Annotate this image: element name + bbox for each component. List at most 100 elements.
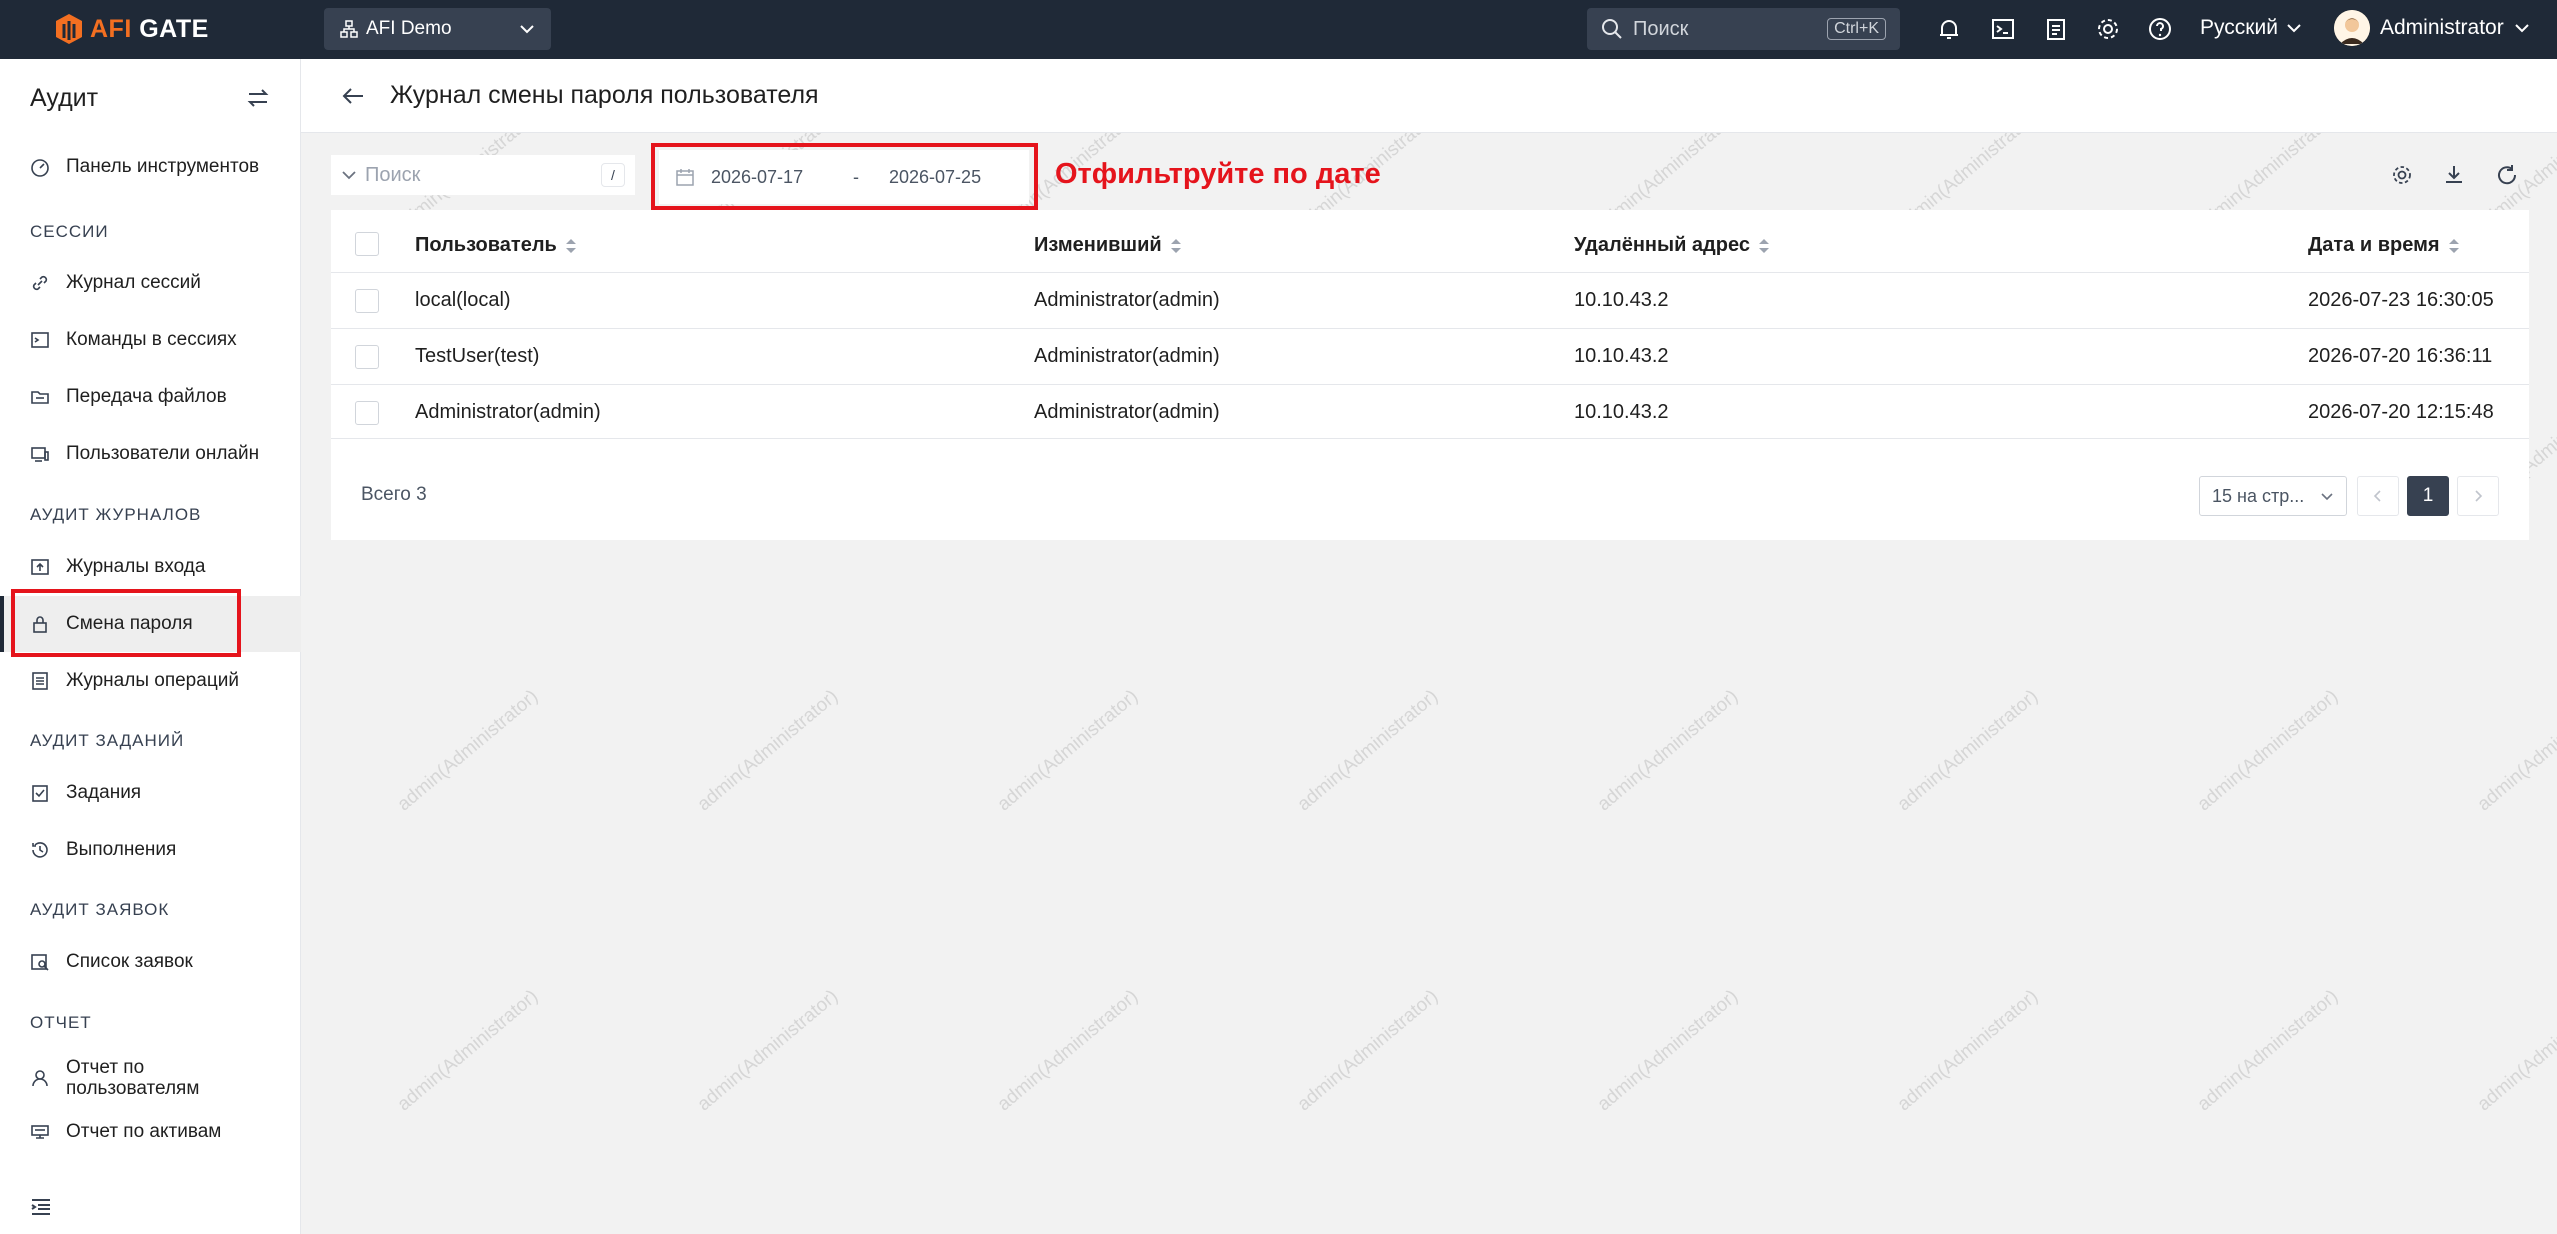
sidebar-item-tasks[interactable]: Задания (0, 765, 301, 821)
cell-datetime: 2026-07-23 16:30:05 (2308, 289, 2494, 311)
next-page-button[interactable] (2457, 476, 2499, 516)
sidebar-item-label: Пользователи онлайн (66, 443, 260, 464)
sort-icon (565, 238, 576, 253)
sidebar-item-label: Отчет по пользователям (66, 1057, 200, 1099)
cell-changed-by: Administrator(admin) (1034, 289, 1220, 311)
help-icon[interactable] (2147, 16, 2173, 42)
back-arrow-icon[interactable] (341, 85, 365, 107)
sidebar-item-label: Передача файлов (66, 386, 227, 407)
chevron-down-icon (342, 171, 356, 180)
column-header-remote-address[interactable]: Удалённый адрес (1574, 234, 1770, 257)
language-label: Русский (2200, 16, 2278, 39)
sidebar-item-dashboard[interactable]: Панель инструментов (0, 139, 301, 195)
global-search[interactable]: Поиск Ctrl+K (1587, 8, 1900, 50)
sidebar-item-file-transfer[interactable]: Передача файлов (0, 369, 301, 425)
row-checkbox[interactable] (355, 289, 379, 313)
watermark-text: admin(Administrator) (2473, 985, 2557, 1116)
watermark-text: admin(Administrator) (393, 985, 543, 1116)
table-divider (331, 438, 2529, 439)
sidebar-item-session-commands[interactable]: Команды в сессиях (0, 312, 301, 368)
chevron-down-icon (2287, 24, 2301, 33)
global-search-placeholder: Поиск (1633, 17, 1689, 40)
org-select[interactable]: AFI Demo (324, 8, 551, 50)
column-header-user[interactable]: Пользователь (415, 234, 577, 257)
watermark-text: admin(Administrator) (1893, 685, 2043, 816)
refresh-icon[interactable] (2495, 163, 2519, 187)
sidebar-title: Аудит (30, 83, 99, 112)
cell-changed-by: Administrator(admin) (1034, 401, 1220, 423)
sidebar-header: Аудит (0, 59, 300, 137)
user-menu[interactable]: Administrator (2334, 10, 2530, 46)
row-checkbox[interactable] (355, 401, 379, 425)
sidebar-item-ticket-list[interactable]: Список заявок (0, 934, 301, 990)
search-input[interactable]: Поиск / (331, 155, 635, 195)
sidebar-item-user-report[interactable]: Отчет по пользователям (0, 1045, 301, 1111)
clipboard-icon[interactable] (2043, 16, 2069, 42)
sidebar-item-executions[interactable]: Выполнения (0, 822, 301, 878)
section-task-audit: АУДИТ ЗАДАНИЙ (30, 731, 185, 750)
sidebar-item-label: Список заявок (66, 951, 193, 972)
table-row[interactable]: Administrator(admin) Administrator(admin… (331, 384, 2529, 440)
page-number-button[interactable]: 1 (2407, 476, 2449, 516)
table-row[interactable]: local(local) Administrator(admin) 10.10.… (331, 272, 2529, 328)
sidebar-item-session-log[interactable]: Журнал сессий (0, 255, 301, 311)
terminal-icon (31, 332, 49, 348)
org-name: AFI Demo (366, 18, 452, 39)
section-audit-logs: АУДИТ ЖУРНАЛОВ (30, 505, 202, 524)
cell-user: TestUser(test) (415, 345, 540, 367)
cell-changed-by: Administrator(admin) (1034, 345, 1220, 367)
cell-remote-address: 10.10.43.2 (1574, 345, 1669, 367)
watermark-text: admin(Administrator) (1593, 985, 1743, 1116)
section-report: ОТЧЕТ (30, 1013, 92, 1032)
logo-icon (56, 14, 82, 44)
total-count: Всего 3 (361, 484, 427, 505)
settings-icon[interactable] (2390, 163, 2414, 187)
logo-text: AFI GATE (90, 14, 209, 43)
sort-icon (1758, 238, 1769, 253)
search-slash-hint: / (601, 163, 625, 187)
download-icon[interactable] (2442, 163, 2466, 187)
user-icon (32, 1070, 48, 1087)
bell-icon[interactable] (1936, 16, 1962, 42)
search-placeholder: Поиск (365, 163, 421, 186)
section-ticket-audit: АУДИТ ЗАЯВОК (30, 900, 170, 919)
sidebar-item-online-users[interactable]: Пользователи онлайн (0, 426, 301, 482)
language-select[interactable]: Русский (2200, 16, 2302, 40)
swap-icon[interactable] (246, 86, 270, 110)
watermark-text: admin(Administrator) (2473, 685, 2557, 816)
history-icon (32, 842, 48, 858)
terminal-icon[interactable] (1990, 16, 2016, 42)
watermark-text: admin(Administrator) (693, 985, 843, 1116)
section-sessions: СЕССИИ (30, 222, 109, 241)
sidebar-item-login-logs[interactable]: Журналы входа (0, 539, 301, 595)
select-all-checkbox[interactable] (355, 232, 379, 256)
sidebar-item-label: Журналы входа (66, 556, 206, 577)
sidebar-item-label: Журнал сессий (66, 272, 201, 293)
sidebar-item-asset-report[interactable]: Отчет по активам (0, 1104, 301, 1160)
chevron-down-icon (2514, 24, 2529, 33)
prev-page-button[interactable] (2357, 476, 2399, 516)
page-size-select[interactable]: 15 на стр... (2199, 476, 2347, 516)
cell-user: local(local) (415, 289, 511, 311)
top-bar: AFI GATE AFI Demo Поиск Ctrl+K Русский A… (0, 0, 2557, 59)
data-table: Пользователь Изменивший Удалённый адрес … (331, 210, 2529, 540)
watermark-text: admin(Administrator) (693, 685, 843, 816)
collapse-menu-icon[interactable] (30, 1196, 52, 1218)
link-icon (32, 275, 48, 291)
cell-datetime: 2026-07-20 12:15:48 (2308, 401, 2494, 423)
table-row[interactable]: TestUser(test) Administrator(admin) 10.1… (331, 328, 2529, 384)
sort-icon (2448, 238, 2459, 253)
gear-icon[interactable] (2095, 16, 2121, 42)
column-header-datetime[interactable]: Дата и время (2308, 234, 2460, 257)
task-icon (32, 785, 48, 802)
user-name: Administrator (2380, 16, 2504, 39)
ticket-search-icon (31, 954, 49, 971)
search-icon (1602, 19, 1622, 39)
sidebar-item-label: Команды в сессиях (66, 329, 237, 350)
row-checkbox[interactable] (355, 345, 379, 369)
column-header-changed-by[interactable]: Изменивший (1034, 234, 1182, 257)
watermark-text: admin(Administrator) (1293, 985, 1443, 1116)
sidebar-item-label: Задания (66, 782, 142, 803)
chevron-right-icon (2475, 490, 2483, 502)
sidebar-item-operation-logs[interactable]: Журналы операций (0, 653, 301, 709)
